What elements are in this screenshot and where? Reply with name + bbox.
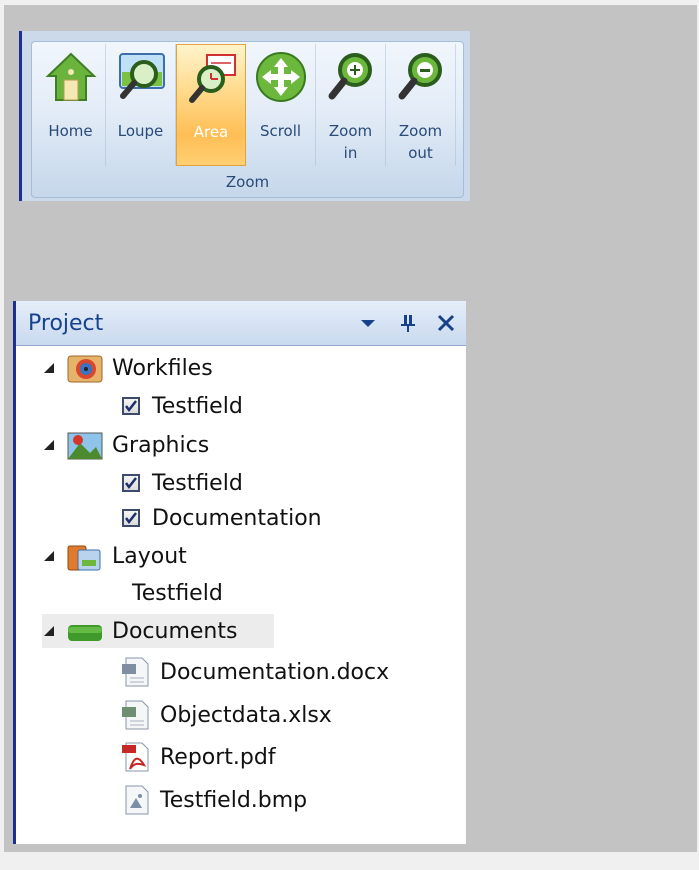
tree-node-graphics-documentation[interactable]: Documentation (122, 501, 322, 535)
tree-node-label: Testfield (132, 580, 223, 606)
bmp-file-icon (125, 785, 149, 815)
tree-node-workfiles-testfield[interactable]: Testfield (122, 389, 243, 423)
project-panel: Project Workfiles Testfield Graphics Tes… (13, 301, 466, 844)
zoom-in-button[interactable]: Zoom in (316, 44, 386, 166)
tree-node-label: Documentation (152, 505, 322, 531)
tree-node-testfield-bmp[interactable]: Testfield.bmp (120, 783, 307, 817)
pdf-file-icon (122, 742, 149, 772)
tree-node-label: Testfield (152, 393, 243, 419)
tree-node-report-pdf[interactable]: Report.pdf (120, 740, 276, 774)
loupe-icon (119, 53, 165, 99)
loupe-button[interactable]: Loupe (106, 44, 176, 166)
tree-node-documentation-docx[interactable]: Documentation.docx (120, 655, 389, 689)
zoom-ribbon-group: Home Loupe Area Scroll Zoom in Zoom out … (31, 41, 464, 198)
scroll-button[interactable]: Scroll (246, 44, 316, 166)
zoom-out-icon (398, 53, 442, 100)
loupe-button-label: Loupe (117, 122, 164, 140)
dropdown-arrow-icon[interactable] (358, 313, 378, 333)
ribbon-group-label: Zoom (225, 173, 270, 191)
scroll-button-label: Scroll (259, 122, 302, 140)
tree-node-label: Report.pdf (160, 744, 276, 770)
workfiles-icon (67, 355, 103, 383)
project-panel-header: Project (16, 301, 466, 346)
tree-node-objectdata-xlsx[interactable]: Objectdata.xlsx (120, 698, 332, 732)
zoom-out-button-label: Zoom out (398, 122, 443, 162)
tree-node-label: Testfield (152, 470, 243, 496)
scroll-move-icon (256, 52, 306, 102)
graphics-icon (67, 432, 103, 460)
tree-node-documents[interactable]: Documents (42, 614, 274, 648)
area-zoom-icon (189, 54, 236, 103)
checkbox-checked[interactable] (122, 397, 140, 415)
checkmark-icon (125, 477, 137, 490)
zoom-ribbon: Home Loupe Area Scroll Zoom in Zoom out … (19, 31, 470, 201)
checkmark-icon (125, 512, 137, 525)
expanded-triangle-icon[interactable] (42, 438, 56, 452)
tree-node-workfiles[interactable]: Workfiles (42, 351, 213, 385)
folder-icon (68, 625, 102, 641)
expanded-triangle-icon[interactable] (42, 361, 56, 375)
tree-node-layout-testfield[interactable]: Testfield (132, 576, 223, 610)
pin-icon[interactable] (398, 313, 418, 333)
expanded-triangle-icon[interactable] (42, 549, 56, 563)
checkmark-icon (125, 400, 137, 413)
frame-edge-left (0, 0, 4, 870)
tree-node-label: Documents (112, 618, 238, 644)
frame-edge-bottom (0, 852, 699, 870)
frame-edge-top (0, 0, 699, 5)
xlsx-file-icon (122, 700, 149, 730)
ribbon-button-row: Home Loupe Area Scroll Zoom in Zoom out (36, 44, 456, 166)
docx-file-icon (122, 657, 149, 687)
tree-node-label: Layout (112, 543, 187, 569)
layout-icon (67, 545, 101, 571)
tree-node-layout[interactable]: Layout (42, 539, 187, 573)
home-button[interactable]: Home (36, 44, 106, 166)
checkbox-checked[interactable] (122, 509, 140, 527)
area-zoom-button-label: Area (193, 123, 229, 141)
zoom-out-button[interactable]: Zoom out (386, 44, 456, 166)
home-button-label: Home (48, 122, 93, 140)
area-zoom-button[interactable]: Area (176, 44, 246, 166)
tree-node-label: Testfield.bmp (160, 787, 308, 813)
tree-node-label: Workfiles (112, 355, 213, 381)
project-panel-title: Project (28, 311, 104, 336)
close-icon[interactable] (436, 313, 456, 333)
tree-node-graphics-testfield[interactable]: Testfield (122, 466, 243, 500)
tree-node-label: Documentation.docx (160, 659, 390, 685)
expanded-triangle-icon[interactable] (42, 624, 56, 638)
checkbox-checked[interactable] (122, 474, 140, 492)
tree-node-label: Objectdata.xlsx (160, 702, 332, 728)
zoom-in-button-label: Zoom in (328, 122, 373, 162)
home-icon (45, 52, 97, 101)
zoom-in-icon (328, 53, 372, 100)
tree-node-label: Graphics (112, 432, 210, 458)
screenshot-canvas: Home Loupe Area Scroll Zoom in Zoom out … (0, 0, 699, 870)
tree-node-graphics[interactable]: Graphics (42, 428, 209, 462)
